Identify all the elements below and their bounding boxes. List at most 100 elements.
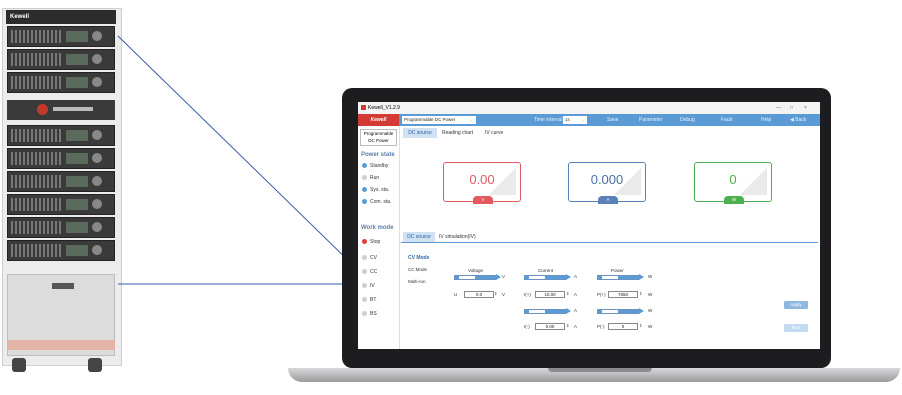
i-minus-label: I(-) [524, 324, 530, 329]
power-state-label: Com. sta. [370, 199, 392, 205]
i-plus-label: I(+) [524, 292, 531, 297]
work-mode-label: BS [370, 311, 377, 317]
power-minus-slider[interactable] [597, 309, 639, 314]
work-mode-label: IV [370, 283, 375, 289]
work-mode-cc[interactable]: CC [362, 268, 377, 276]
cc-mode-label: CC Mode [408, 267, 428, 272]
work-mode-label: BT [370, 297, 377, 303]
slider-fill-marker [602, 310, 618, 313]
mode-dot [362, 311, 367, 317]
power-minus-arrow-icon [639, 308, 644, 314]
work-mode-bs[interactable]: BS [362, 310, 377, 318]
current-minus-slider-unit: A [574, 308, 578, 313]
p-plus-stepper-icon[interactable]: ⇕ [639, 291, 642, 296]
current-minus-arrow-icon [566, 308, 571, 314]
voltage-slider-arrow-icon [496, 274, 501, 280]
voltage-readout: 0.00 [469, 172, 495, 187]
device-type-button[interactable]: Programmable DC Power [360, 129, 397, 146]
mode-dot [362, 255, 367, 261]
menu-back-label: Back [795, 117, 807, 123]
p-plus-input[interactable]: 7650 [608, 291, 638, 298]
slider-fill-marker [529, 276, 545, 279]
p-minus-input[interactable]: 0 [608, 323, 638, 330]
current-title: Current [538, 268, 554, 273]
tab-iv-curve[interactable]: IV curve [485, 128, 503, 138]
p-plus-unit: W [648, 292, 653, 297]
menu-fault[interactable]: Fault [721, 114, 732, 126]
p-minus-label: P(-) [597, 324, 605, 329]
voltage-title: Voltage [468, 268, 484, 273]
power-minus-slider-unit: W [648, 308, 653, 313]
p-plus-label: P(+) [597, 292, 606, 297]
apply-button[interactable]: Apply [784, 301, 808, 309]
mode-dot [362, 297, 367, 303]
menu-debug[interactable]: Debug [680, 114, 695, 126]
window-title: Kewell_V1.2.9 [368, 105, 400, 111]
current-slider[interactable] [524, 275, 566, 280]
connector-line-top [117, 35, 359, 271]
i-plus-stepper-icon[interactable]: ⇕ [566, 291, 569, 296]
power-readout: 0 [729, 172, 737, 187]
current-slider-arrow-icon [566, 274, 571, 280]
work-mode-stop[interactable]: Stop [362, 238, 380, 246]
tab-reading-chart[interactable]: Reading chart [442, 128, 473, 138]
current-minus-slider[interactable] [524, 309, 566, 314]
voltage-gauge: 0.00 V [443, 162, 521, 204]
voltage-slider-unit: V [502, 274, 506, 279]
work-mode-bt[interactable]: BT [362, 296, 376, 304]
u-unit: V [502, 292, 506, 297]
i-minus-stepper-icon[interactable]: ⇕ [566, 323, 569, 328]
minimize-button[interactable]: — [776, 102, 781, 114]
status-dot [362, 175, 367, 181]
tab-iv-simulation[interactable]: IV simulation(IV) [439, 232, 476, 242]
i-minus-input[interactable]: 0.00 [535, 323, 565, 330]
device-type-line2: DC Power [368, 138, 389, 143]
work-mode-title: Work mode [361, 225, 394, 231]
menu-back[interactable]: ◀ Back [790, 114, 806, 126]
app-brand-logo: Kewell [358, 114, 399, 126]
u-input[interactable]: 0.0 [464, 291, 494, 298]
chevron-down-icon: ⌵ [581, 117, 585, 122]
power-slider[interactable] [597, 275, 639, 280]
power-state-com: Com. sta. [362, 198, 391, 206]
tab-divider [401, 242, 818, 243]
slider-fill-marker [459, 276, 475, 279]
current-gauge: 0.000 A [568, 162, 646, 204]
work-mode-cv[interactable]: CV [362, 254, 377, 262]
power-state-label: Run [370, 175, 380, 181]
laptop-screen: Kewell_V1.2.9 — □ × Kewell Programmable … [358, 102, 820, 349]
power-gauge: 0 W [694, 162, 772, 204]
i-plus-unit: A [574, 292, 578, 297]
menu-help[interactable]: Help [761, 114, 771, 126]
voltage-slider[interactable] [454, 275, 496, 280]
u-stepper-icon[interactable]: ⇕ [494, 291, 497, 296]
laptop-notch [548, 368, 652, 372]
mode-select[interactable]: Programmable DC Power ⌵ [402, 116, 476, 124]
multi-run-label: Multi-run [408, 279, 426, 284]
slider-fill-marker [529, 310, 545, 313]
maximize-button[interactable]: □ [790, 102, 793, 114]
power-state-standby: Standby [362, 162, 388, 170]
tab-dc-source-lower[interactable]: DC source [403, 232, 435, 242]
work-mode-label: CV [370, 255, 377, 261]
i-plus-input[interactable]: 10.00 [535, 291, 565, 298]
power-title: Power [611, 268, 624, 273]
app-icon [361, 105, 366, 111]
time-interval-label: Time interval [534, 117, 563, 123]
power-state-label: Sys. sta. [370, 187, 390, 193]
u-label: U [454, 292, 458, 297]
mode-dot [362, 283, 367, 289]
status-dot [362, 163, 367, 169]
current-unit-badge: A [598, 196, 618, 204]
window-titlebar: Kewell_V1.2.9 [358, 102, 820, 114]
p-minus-stepper-icon[interactable]: ⇕ [639, 323, 642, 328]
time-interval-select[interactable]: 1s ⌵ [563, 116, 587, 124]
power-state-label: Standby [370, 163, 389, 169]
menu-save[interactable]: Save [607, 114, 618, 126]
menu-parameter[interactable]: Parameter [639, 114, 662, 126]
power-slider-arrow-icon [639, 274, 644, 280]
work-mode-iv[interactable]: IV [362, 282, 375, 290]
run-button[interactable]: Run [784, 324, 808, 332]
tab-dc-source[interactable]: DC source [403, 128, 437, 138]
close-button[interactable]: × [804, 102, 807, 114]
